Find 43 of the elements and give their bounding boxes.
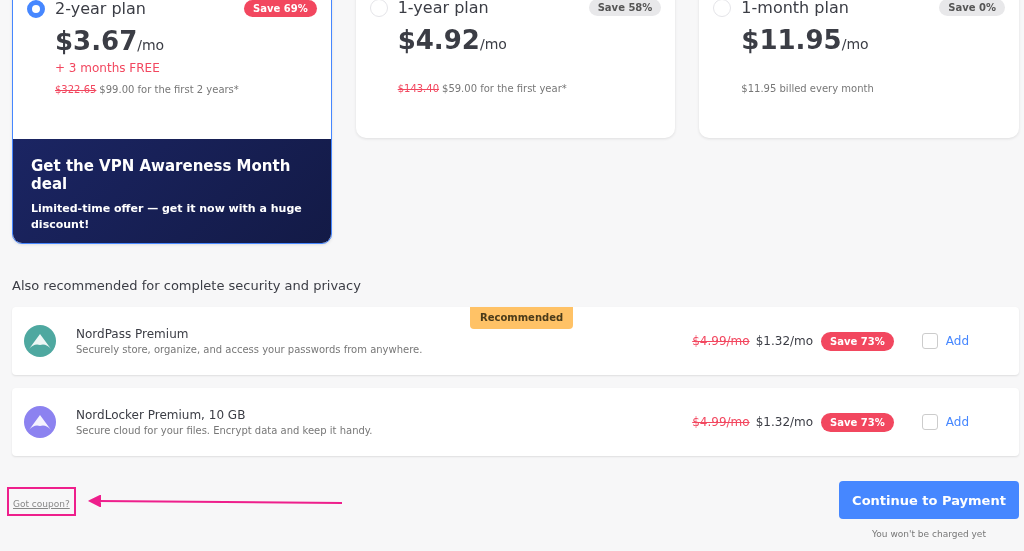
addon-description: Securely store, organize, and access your passwords from anywhere. (76, 344, 424, 355)
recommended-badge: Recommended (470, 307, 574, 329)
save-badge: Save 69% (244, 0, 317, 17)
promo-title: Get the VPN Awareness Month deal (31, 157, 292, 193)
plan-name: 2-year plan (55, 0, 147, 18)
plan-price: $11.95 (741, 25, 842, 55)
save-badge: Save 73% (821, 412, 894, 432)
plan-card[interactable]: 2-year plan Save 69% $3.67/mo + 3 months FREE $322.65 $99.00 for the first 2 years* Get the VPN Awareness Month deal Limited-time offer — get it now with a huge discount! (12, 0, 332, 244)
plan-price: $3.67 (55, 26, 138, 56)
continue-button[interactable]: Continue to Payment (839, 481, 1019, 519)
promo-text: Limited-time offer — get it now with a huge discount! (31, 201, 303, 233)
addon-price: $1.32/mo (755, 334, 814, 348)
coupon-link[interactable]: Got coupon? (13, 498, 70, 509)
add-link[interactable]: Add (945, 415, 969, 429)
old-price: $4.99/mo (692, 415, 750, 429)
save-badge: Save 0% (939, 0, 1005, 16)
plan-name: 1-month plan (741, 0, 850, 17)
radio-button[interactable] (27, 0, 45, 18)
add-link[interactable]: Add (945, 334, 969, 348)
old-price: $322.65 (55, 84, 97, 95)
billing-note: $99.00 for the first 2 years* (99, 84, 239, 95)
checkbox[interactable] (921, 333, 938, 349)
addon-name: NordLocker Premium, 10 GB (76, 408, 247, 422)
addon-price: $1.32/mo (755, 415, 814, 429)
price-unit: /mo (841, 36, 869, 52)
plan-name: 1-year plan (397, 0, 490, 17)
plan-card[interactable]: 1-month plan Save 0% $11.95/mo $11.95 billed every month (699, 0, 1019, 138)
plan-price: $4.92 (397, 25, 480, 55)
price-unit: /mo (479, 36, 507, 52)
plan-card[interactable]: 1-year plan Save 58% $4.92/mo $143.40 $59.00 for the first year* (355, 0, 676, 138)
billing-note: $11.95 billed every month (741, 83, 874, 94)
old-price: $143.40 (397, 83, 440, 94)
save-badge: Save 58% (588, 0, 662, 16)
bonus-text: + 3 months FREE (55, 61, 160, 75)
section-heading: Also recommended for complete security and privacy (12, 278, 362, 293)
addon-description: Secure cloud for your files. Encrypt data and keep it handy. (76, 425, 374, 436)
charge-note: You won't be charged yet (872, 529, 986, 539)
billing-note: $59.00 for the first year* (442, 83, 567, 94)
price-unit: /mo (137, 37, 165, 53)
addon-name: NordPass Premium (76, 327, 190, 341)
save-badge: Save 73% (821, 331, 894, 351)
checkbox[interactable] (921, 414, 938, 430)
old-price: $4.99/mo (692, 334, 750, 348)
